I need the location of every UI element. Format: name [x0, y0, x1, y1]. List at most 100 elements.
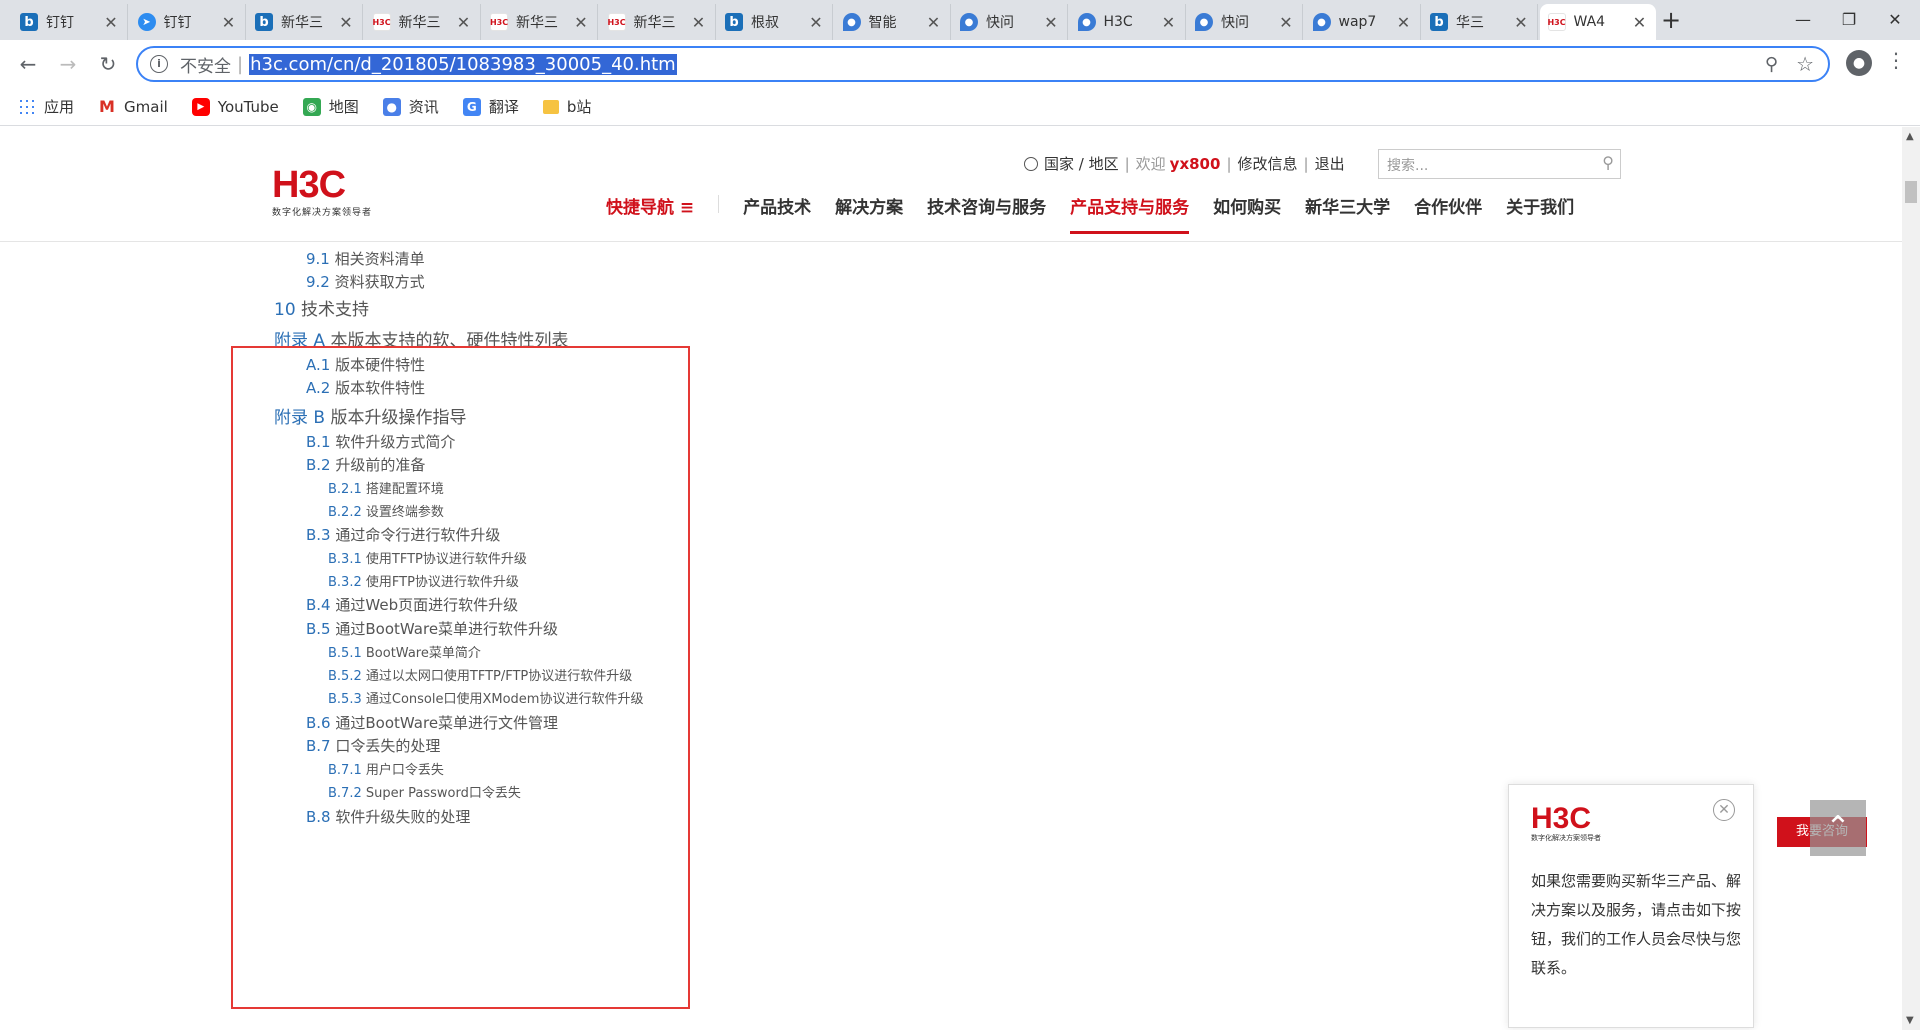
nav-item[interactable]: 新华三大学 [1305, 193, 1390, 234]
popup-logo-tagline: 数字化解决方案领导者 [1531, 834, 1601, 842]
browser-tab[interactable]: ● H3C ✕ [1070, 4, 1186, 40]
browser-tab[interactable]: H3C 新华三 ✕ [600, 4, 716, 40]
nav-item[interactable]: 产品技术 [743, 193, 811, 234]
tab-close-icon[interactable]: ✕ [1396, 13, 1412, 32]
nav-item[interactable]: 如何购买 [1213, 193, 1281, 234]
translate-icon: G [462, 97, 481, 116]
region-link[interactable]: 国家 / 地区 [1044, 153, 1119, 174]
browser-tab[interactable]: b 钉钉 ✕ [12, 4, 128, 40]
scroll-up-icon[interactable]: ▲ [1906, 131, 1914, 142]
tab-close-icon[interactable]: ✕ [1161, 13, 1177, 32]
edit-info-link[interactable]: 修改信息 [1238, 153, 1298, 174]
tab-close-icon[interactable]: ✕ [1513, 13, 1529, 32]
popup-logo-mark: H3C [1531, 802, 1592, 835]
browser-tab[interactable]: b 根叔 ✕ [717, 4, 833, 40]
browser-tab[interactable]: H3C 新华三 ✕ [365, 4, 481, 40]
toc-number: 10 [274, 300, 296, 320]
browser-tab[interactable]: ● wap7 ✕ [1305, 4, 1421, 40]
h3c-logo[interactable]: H3C 数字化解决方案领导者 [272, 166, 373, 218]
browser-tab[interactable]: ● 智能 ✕ [835, 4, 951, 40]
toc-link[interactable]: 9.2 资料获取方式 [306, 271, 425, 292]
minimize-button[interactable]: — [1780, 4, 1826, 36]
nav-item[interactable]: 产品支持与服务 [1070, 193, 1190, 234]
divider: | [1303, 154, 1309, 173]
browser-tab[interactable]: ● 快问 ✕ [1187, 4, 1303, 40]
apps-icon [18, 97, 36, 116]
tab-close-icon[interactable]: ✕ [456, 13, 472, 32]
profile-avatar-icon[interactable]: ● [1846, 50, 1872, 76]
dingtalk-icon: ➤ [137, 13, 156, 31]
new-tab-button[interactable]: + [1656, 6, 1686, 34]
logo-tagline: 数字化解决方案领导者 [272, 208, 373, 218]
tab-close-icon[interactable]: ✕ [1043, 13, 1059, 32]
bookmark-label: Gmail [124, 97, 168, 116]
bookmark-item[interactable]: 应用 [18, 96, 74, 117]
tab-close-icon[interactable]: ✕ [103, 13, 119, 32]
browser-tab[interactable]: ● 快问 ✕ [952, 4, 1068, 40]
toc-link[interactable]: 9.1 相关资料清单 [306, 248, 425, 269]
h3c-icon: H3C [607, 13, 626, 31]
restore-button[interactable]: ❐ [1826, 4, 1872, 36]
url-text[interactable]: h3c.com/cn/d_201805/1083983_30005_40.htm [249, 53, 677, 75]
bookmark-item[interactable]: G 翻译 [462, 96, 519, 117]
tab-close-icon[interactable]: ✕ [221, 13, 237, 32]
browser-tab[interactable]: ➤ 钉钉 ✕ [130, 4, 246, 40]
back-icon[interactable]: ← [14, 50, 42, 78]
info-icon[interactable]: i [150, 55, 168, 73]
nav-item[interactable]: 技术咨询与服务 [927, 193, 1046, 234]
toc-text: 技术支持 [301, 300, 370, 320]
bookmark-label: YouTube [217, 97, 279, 116]
close-icon[interactable]: ✕ [1713, 799, 1735, 821]
browser-menu-icon[interactable]: ⋮ [1886, 48, 1906, 72]
browser-tab[interactable]: H3C WA4 ✕ [1539, 4, 1656, 40]
nav-divider [718, 195, 720, 213]
highlight-box [231, 346, 690, 1009]
tab-close-icon[interactable]: ✕ [1632, 13, 1648, 32]
address-bar[interactable]: i 不安全 | h3c.com/cn/d_201805/1083983_3000… [136, 46, 1830, 82]
quick-nav-link[interactable]: 快捷导航 ≡ [606, 193, 694, 234]
browser-tab[interactable]: H3C 新华三 ✕ [482, 4, 598, 40]
scroll-thumb[interactable] [1905, 181, 1917, 203]
nav-item[interactable]: 关于我们 [1506, 193, 1574, 234]
tab-close-icon[interactable]: ✕ [808, 13, 824, 32]
toc-link[interactable]: 10 技术支持 [274, 295, 369, 320]
news-icon: ● [382, 97, 401, 116]
bookmark-label: 资讯 [408, 98, 439, 116]
tab-close-icon[interactable]: ✕ [338, 13, 354, 32]
tab-close-icon[interactable]: ✕ [691, 13, 707, 32]
bing-icon: b [1430, 13, 1448, 31]
bookmark-item[interactable]: b站 [542, 96, 591, 117]
page-scrollbar[interactable]: ▲ ▼ [1902, 127, 1920, 1030]
bookmark-item[interactable]: ▶ YouTube [191, 97, 279, 116]
toc-text: 相关资料清单 [334, 250, 425, 268]
tab-strip: b 钉钉 ✕ ➤ 钉钉 ✕ b 新华三 ✕ H3C 新华三 ✕ H3C 新华三 ✕ H3C 新华三 ✕ b 根叔 ✕ ● 智… [0, 0, 1920, 40]
tab-close-icon[interactable]: ✕ [1278, 13, 1294, 32]
scroll-down-icon[interactable]: ▼ [1906, 1015, 1914, 1026]
search-icon[interactable]: ⚲ [1602, 153, 1614, 172]
bookmark-item[interactable]: M Gmail [98, 97, 168, 116]
consult-popup: H3C 数字化解决方案领导者 ✕ 如果您需要购买新华三产品、解决方案以及服务，请… [1508, 784, 1754, 1028]
logout-link[interactable]: 退出 [1315, 153, 1345, 174]
tab-close-icon[interactable]: ✕ [926, 13, 942, 32]
site-search-input[interactable]: 搜索... ⚲ [1378, 149, 1621, 179]
bookmark-label: 地图 [328, 98, 359, 116]
forward-icon[interactable]: → [54, 50, 82, 78]
bing-icon: b [725, 13, 743, 31]
browser-tab[interactable]: b 新华三 ✕ [247, 4, 363, 40]
bookmark-star-icon[interactable]: ☆ [1796, 52, 1814, 76]
gmail-icon: M [99, 97, 115, 116]
browser-tab[interactable]: b 华三 ✕ [1422, 4, 1538, 40]
tab-close-icon[interactable]: ✕ [573, 13, 589, 32]
tab-title: 新华三 [398, 15, 441, 31]
bookmark-item[interactable]: ◉ 地图 [302, 96, 359, 117]
nav-item[interactable]: 合作伙伴 [1414, 193, 1482, 234]
username-link[interactable]: yx800 [1170, 155, 1221, 173]
zoom-icon[interactable]: ⚲ [1765, 54, 1778, 75]
close-window-button[interactable]: ✕ [1872, 4, 1918, 36]
bookmark-item[interactable]: ● 资讯 [382, 96, 439, 117]
reload-icon[interactable]: ↻ [94, 50, 122, 78]
divider: | [1226, 154, 1232, 173]
h3c-icon: H3C [1547, 13, 1566, 31]
back-to-top-icon[interactable]: ⌃ [1810, 800, 1866, 856]
nav-item[interactable]: 解决方案 [835, 193, 903, 234]
